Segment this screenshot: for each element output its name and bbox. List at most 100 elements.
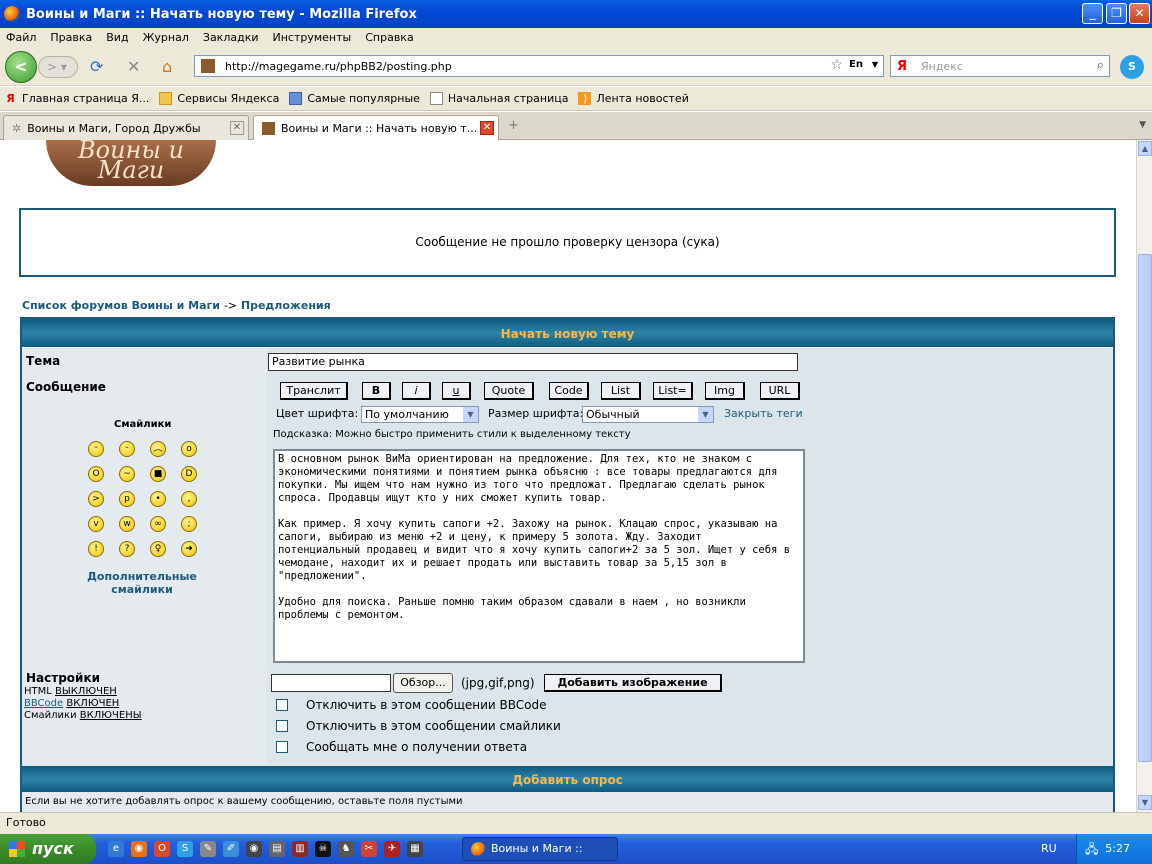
media-icon[interactable]: ✂ bbox=[361, 841, 377, 857]
film-icon[interactable]: ▦ bbox=[407, 841, 423, 857]
exclaim-icon[interactable]: ! bbox=[88, 541, 104, 557]
firefox-quicklaunch-icon[interactable]: ◉ bbox=[131, 841, 147, 857]
bookmark-most-popular[interactable]: Самые популярные bbox=[289, 92, 420, 105]
network-icon[interactable]: 🖧 bbox=[1085, 834, 1098, 864]
page-scrollbar[interactable]: ▲ ▼ bbox=[1136, 140, 1152, 812]
taskbar-firefox-window[interactable]: Воины и Маги :: Нач... bbox=[462, 837, 618, 861]
skype-quicklaunch-icon[interactable]: S bbox=[177, 841, 193, 857]
image-button[interactable]: Img bbox=[705, 382, 745, 400]
close-button[interactable]: ✕ bbox=[1129, 3, 1150, 24]
plane-icon[interactable]: ✈ bbox=[384, 841, 400, 857]
more-smilies-link[interactable]: Дополнительные смайлики bbox=[62, 570, 222, 596]
minimize-button[interactable]: _ bbox=[1082, 3, 1103, 24]
font-color-select[interactable]: По умолчанию ▼ bbox=[361, 406, 479, 423]
url-dropdown-icon[interactable]: ▼ bbox=[872, 60, 878, 69]
menu-view[interactable]: Вид bbox=[106, 31, 128, 44]
quote-button[interactable]: Quote bbox=[484, 382, 534, 400]
clock[interactable]: 5:27 bbox=[1105, 842, 1130, 855]
italic-button[interactable]: i bbox=[402, 382, 431, 400]
url-bar[interactable]: http://magegame.ru/phpBB2/posting.php ☆ … bbox=[194, 55, 884, 77]
back-button[interactable]: < bbox=[5, 51, 37, 83]
yandex-search-icon[interactable]: Я bbox=[897, 59, 907, 74]
add-image-button[interactable]: Добавить изображение bbox=[544, 674, 722, 692]
smile-biggrin-icon[interactable]: ᵕ bbox=[88, 441, 104, 457]
bold-button[interactable]: B bbox=[362, 382, 391, 400]
message-textarea[interactable]: В основном рынок ВиМа ориентирован на пр… bbox=[273, 449, 805, 663]
smile-surprised-icon[interactable]: o bbox=[181, 441, 197, 457]
smile-confused-icon[interactable]: ~ bbox=[119, 466, 135, 482]
smile-mad-icon[interactable]: > bbox=[88, 491, 104, 507]
ordered-list-button[interactable]: List= bbox=[653, 382, 693, 400]
forum-logo[interactable]: Воины и Маги bbox=[46, 140, 216, 186]
translit-button[interactable]: Транслит bbox=[280, 382, 348, 400]
disable-smilies-checkbox[interactable] bbox=[276, 720, 288, 732]
smile-embarrassed-icon[interactable]: • bbox=[150, 491, 166, 507]
menu-tools[interactable]: Инструменты bbox=[273, 31, 352, 44]
arrow-icon[interactable]: ➜ bbox=[181, 541, 197, 557]
start-button[interactable]: пуск bbox=[0, 834, 96, 864]
bbcode-link[interactable]: BBCode bbox=[24, 698, 63, 709]
menu-bookmarks[interactable]: Закладки bbox=[203, 31, 259, 44]
archive-icon[interactable]: ▤ bbox=[269, 841, 285, 857]
smile-razz-icon[interactable]: p bbox=[119, 491, 135, 507]
menu-file[interactable]: Файл bbox=[6, 31, 36, 44]
notify-reply-checkbox[interactable] bbox=[276, 741, 288, 753]
bookmark-start-page[interactable]: Начальная страница bbox=[429, 92, 568, 105]
reload-icon[interactable]: ⟳ bbox=[90, 58, 103, 76]
url-button[interactable]: URL bbox=[760, 382, 800, 400]
forward-button[interactable]: > ▾ bbox=[38, 56, 78, 78]
ie-icon[interactable]: e bbox=[108, 841, 124, 857]
notepad-icon[interactable]: ✐ bbox=[223, 841, 239, 857]
idea-icon[interactable]: ♀ bbox=[150, 541, 166, 557]
skull-icon[interactable]: ☠ bbox=[315, 841, 331, 857]
smile-sad-icon[interactable]: ︵ bbox=[150, 441, 166, 457]
breadcrumb-section[interactable]: Предложения bbox=[241, 299, 331, 312]
close-tab-icon[interactable]: ✕ bbox=[230, 121, 244, 135]
list-button[interactable]: List bbox=[601, 382, 641, 400]
home-icon[interactable]: ⌂ bbox=[162, 58, 172, 76]
figure-icon[interactable]: ♞ bbox=[338, 841, 354, 857]
restore-button[interactable]: ❐ bbox=[1106, 3, 1127, 24]
language-indicator[interactable]: En bbox=[849, 59, 863, 70]
subject-input[interactable]: Развитие рынка bbox=[268, 353, 798, 371]
smile-cry-icon[interactable]: , bbox=[181, 491, 197, 507]
tab-city-of-friendship[interactable]: ✲ Воины и Маги, Город Дружбы ✕ bbox=[3, 115, 249, 140]
stop-icon[interactable]: ✕ bbox=[127, 58, 140, 76]
breadcrumb-forum-list[interactable]: Список форумов Воины и Маги bbox=[22, 299, 220, 312]
scroll-down-icon[interactable]: ▼ bbox=[1138, 795, 1152, 810]
menu-help[interactable]: Справка bbox=[365, 31, 413, 44]
disable-bbcode-checkbox[interactable] bbox=[276, 699, 288, 711]
close-tags-link[interactable]: Закрыть теги bbox=[724, 407, 803, 420]
smile-lol-icon[interactable]: D bbox=[181, 466, 197, 482]
tab-new-topic[interactable]: Воины и Маги :: Начать новую т... ✕ bbox=[253, 115, 499, 140]
close-tab-icon[interactable]: ✕ bbox=[480, 121, 494, 135]
scroll-up-icon[interactable]: ▲ bbox=[1138, 141, 1152, 156]
bookmark-yandex-home[interactable]: Я Главная страница Я... bbox=[4, 92, 149, 105]
smile-rolleyes-icon[interactable]: ∞ bbox=[150, 516, 166, 532]
underline-button[interactable]: u bbox=[442, 382, 471, 400]
new-tab-icon[interactable]: + bbox=[508, 118, 519, 133]
search-input[interactable]: Я Яндекс ⌕ bbox=[890, 55, 1110, 77]
tool-icon[interactable]: ✎ bbox=[200, 841, 216, 857]
bookmark-yandex-services[interactable]: Сервисы Яндекса bbox=[159, 92, 279, 105]
smile-evil-icon[interactable]: v bbox=[88, 516, 104, 532]
bookmark-news-feed[interactable]: ) Лента новостей bbox=[578, 92, 689, 105]
tab-list-icon[interactable]: ▼ bbox=[1139, 120, 1146, 130]
scrollbar-thumb[interactable] bbox=[1138, 254, 1152, 762]
smile-twisted-icon[interactable]: w bbox=[119, 516, 135, 532]
browse-button[interactable]: Обзор... bbox=[393, 673, 453, 693]
skype-icon[interactable]: S bbox=[1120, 55, 1144, 79]
code-button[interactable]: Code bbox=[549, 382, 589, 400]
smile-smile-icon[interactable]: ᵕ bbox=[119, 441, 135, 457]
image-file-input[interactable] bbox=[271, 674, 391, 692]
menu-edit[interactable]: Правка bbox=[50, 31, 92, 44]
menu-history[interactable]: Журнал bbox=[143, 31, 189, 44]
smile-shocked-icon[interactable]: O bbox=[88, 466, 104, 482]
eye-icon[interactable]: ◉ bbox=[246, 841, 262, 857]
smile-cool-icon[interactable]: ■ bbox=[150, 466, 166, 482]
bookmark-star-icon[interactable]: ☆ bbox=[830, 57, 843, 73]
question-icon[interactable]: ? bbox=[119, 541, 135, 557]
document-icon[interactable]: ▥ bbox=[292, 841, 308, 857]
input-language[interactable]: RU bbox=[1041, 842, 1057, 855]
magnifier-icon[interactable]: ⌕ bbox=[1097, 58, 1104, 73]
